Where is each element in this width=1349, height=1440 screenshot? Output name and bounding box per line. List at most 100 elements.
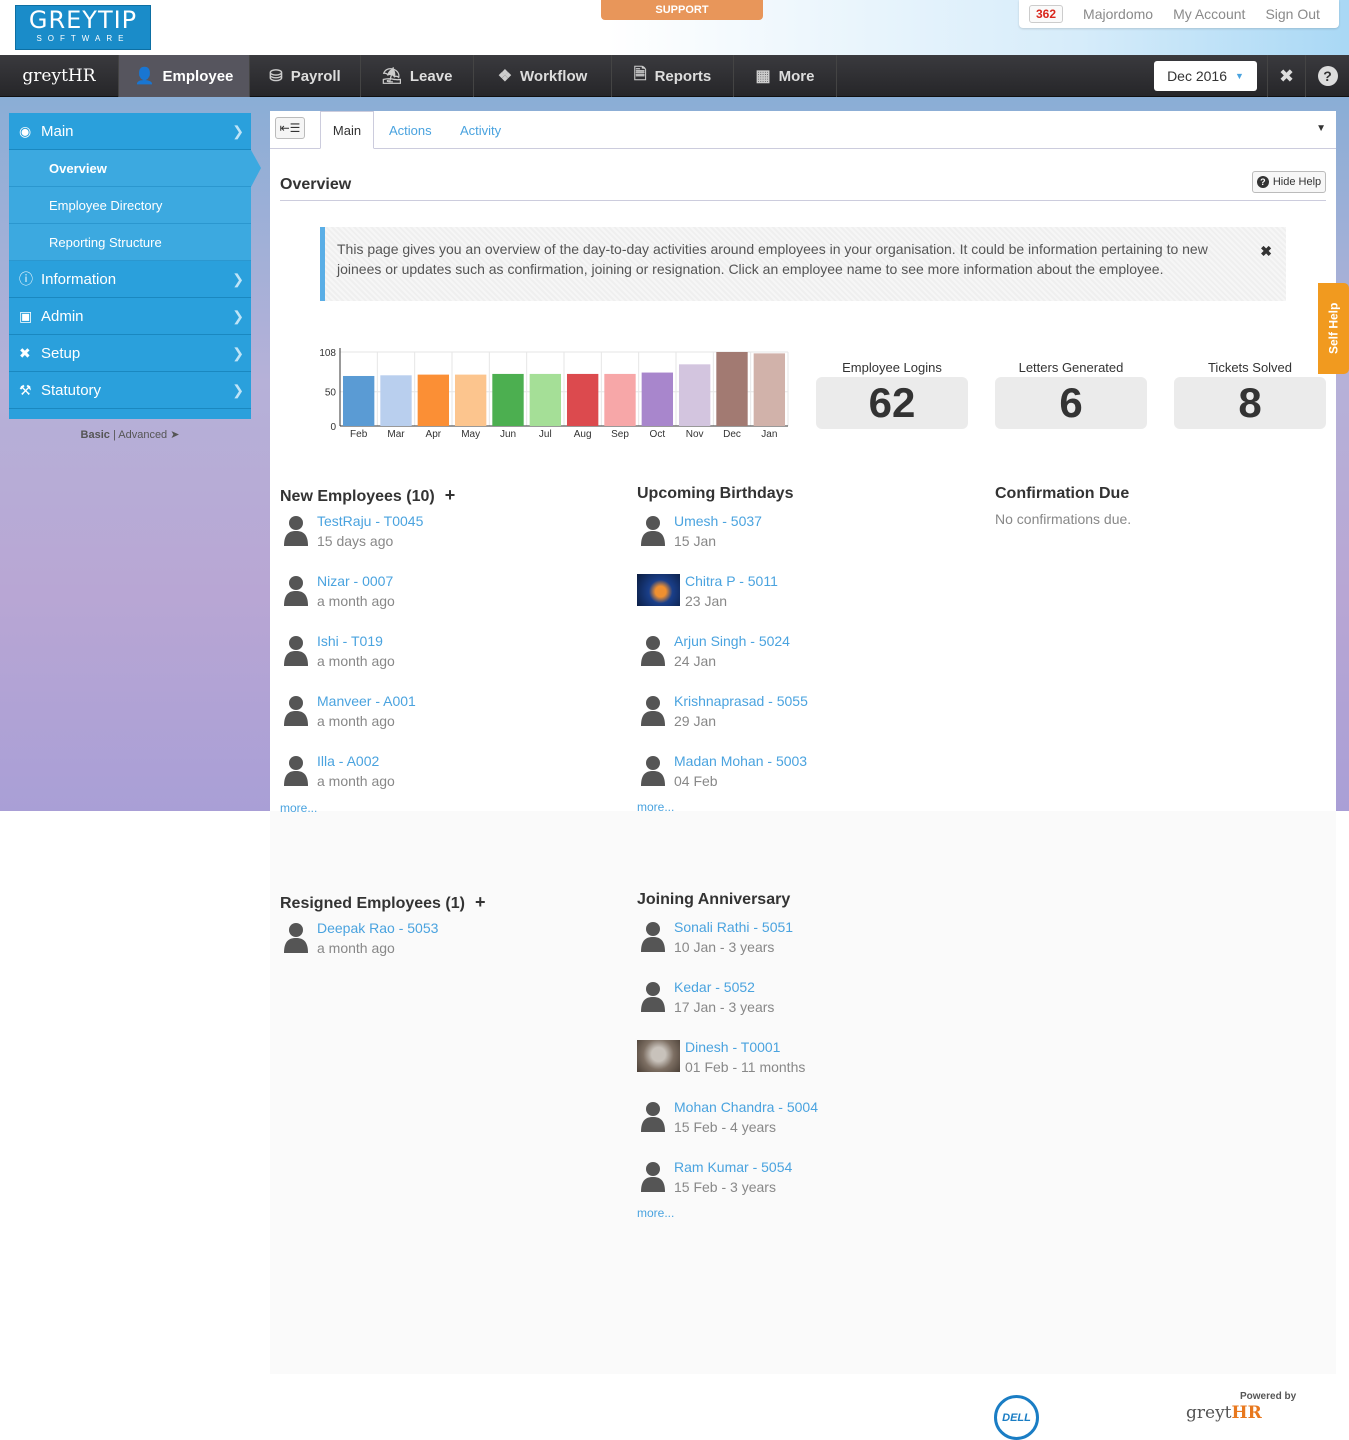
powered-by-greythr: Powered by greytHR <box>1186 1391 1297 1423</box>
stat-letters-generated: Letters Generated 6 <box>995 360 1147 429</box>
employee-name-link[interactable]: Kedar - 5052 <box>674 977 977 997</box>
employee-name-link[interactable]: Ram Kumar - 5054 <box>674 1157 977 1177</box>
chart-bar <box>678 364 711 426</box>
employee-name-link[interactable]: Dinesh - T0001 <box>685 1037 977 1057</box>
sidebar-item-statutory[interactable]: ⚒ Statutory ❯ <box>9 372 251 409</box>
mode-basic-link[interactable]: Basic <box>81 429 110 441</box>
tab-dropdown-icon[interactable]: ▼ <box>1316 123 1326 134</box>
avatar-icon[interactable] <box>283 921 309 953</box>
employee-photo[interactable] <box>637 574 680 606</box>
avatar-icon[interactable] <box>640 980 666 1012</box>
help-button[interactable]: ? <box>1305 55 1349 97</box>
employee-name-link[interactable]: Manveer - A001 <box>317 691 620 711</box>
employee-name-link[interactable]: Krishnaprasad - 5055 <box>674 691 977 711</box>
avatar-icon[interactable] <box>640 694 666 726</box>
support-button[interactable]: SUPPORT <box>601 0 763 20</box>
mode-advanced-link[interactable]: Advanced <box>118 429 167 441</box>
close-icon[interactable]: ✖ <box>1260 241 1272 261</box>
employee-name-link[interactable]: Chitra P - 5011 <box>685 571 977 591</box>
person-item: Madan Mohan - 5003 04 Feb <box>637 751 977 811</box>
chart-bar <box>641 372 674 426</box>
employee-name-link[interactable]: Ishi - T019 <box>317 631 620 651</box>
avatar-icon[interactable] <box>640 1160 666 1192</box>
nav-leave[interactable]: ⛱ Leave <box>361 55 474 97</box>
employee-photo[interactable] <box>637 1040 680 1072</box>
nav-more[interactable]: ▦ More <box>734 55 837 97</box>
add-resignation-button[interactable]: + <box>475 892 486 912</box>
employee-name-link[interactable]: Arjun Singh - 5024 <box>674 631 977 651</box>
period-selector[interactable]: Dec 2016 ▼ <box>1154 61 1257 91</box>
main-nav: greytHR 👤 Employee ⛁ Payroll ⛱ Leave ❖ Workf… <box>0 55 1349 97</box>
chevron-right-icon: ❯ <box>232 307 244 324</box>
sign-out-link[interactable]: Sign Out <box>1265 6 1319 22</box>
page-title: Overview <box>280 176 352 193</box>
avatar-icon[interactable] <box>283 514 309 546</box>
person-item: Manveer - A001 a month ago <box>280 691 620 751</box>
x-tick-label: Oct <box>650 429 666 440</box>
sidebar-item-information[interactable]: ⓘ Information ❯ <box>9 261 251 298</box>
avatar-icon[interactable] <box>283 574 309 606</box>
sidebar: ◉ Main ❯ Overview Employee Directory Repor… <box>9 113 261 419</box>
collapse-sidebar-button[interactable]: ⇤☰ <box>275 117 305 139</box>
sidebar-item-setup[interactable]: ✖ Setup ❯ <box>9 335 251 372</box>
nav-payroll[interactable]: ⛁ Payroll <box>250 55 361 97</box>
sidebar-footer-bar <box>9 409 251 419</box>
y-tick-label: 50 <box>325 388 337 399</box>
person-item: Dinesh - T0001 01 Feb - 11 months <box>637 1037 977 1097</box>
tools-icon[interactable]: ✖ <box>1267 55 1305 97</box>
employee-name-link[interactable]: Mohan Chandra - 5004 <box>674 1097 977 1117</box>
employee-detail-text: a month ago <box>317 773 395 789</box>
dell-logo: DELL <box>994 1395 1039 1440</box>
x-tick-label: Nov <box>686 429 704 440</box>
avatar-icon[interactable] <box>640 920 666 952</box>
greytip-logo[interactable]: GREYTIP SOFTWARE <box>15 5 151 50</box>
chart-bar <box>417 374 450 426</box>
employee-name-link[interactable]: Umesh - 5037 <box>674 511 977 531</box>
employee-name-link[interactable]: Deepak Rao - 5053 <box>317 918 620 938</box>
sidebar-item-overview[interactable]: Overview <box>9 150 261 187</box>
sidebar-item-reporting-structure[interactable]: Reporting Structure <box>9 224 251 261</box>
employee-detail-text: 01 Feb - 11 months <box>685 1059 806 1075</box>
x-tick-label: May <box>461 429 480 440</box>
add-employee-button[interactable]: + <box>445 485 456 505</box>
avatar-icon[interactable] <box>640 514 666 546</box>
greythr-brand[interactable]: greytHR <box>0 55 119 97</box>
notification-badge[interactable]: 362 <box>1029 5 1064 23</box>
hide-help-button[interactable]: ? Hide Help <box>1252 171 1326 193</box>
employee-name-link[interactable]: Madan Mohan - 5003 <box>674 751 977 771</box>
employee-name-link[interactable]: TestRaju - T0045 <box>317 511 620 531</box>
tab-main[interactable]: Main <box>320 111 374 149</box>
person-item: Ishi - T019 a month ago <box>280 631 620 691</box>
nav-employee[interactable]: 👤 Employee <box>119 55 250 97</box>
person-item: Krishnaprasad - 5055 29 Jan <box>637 691 977 751</box>
avatar-icon[interactable] <box>283 694 309 726</box>
avatar-icon[interactable] <box>283 754 309 786</box>
x-tick-label: Sep <box>611 429 629 440</box>
employee-name-link[interactable]: Illa - A002 <box>317 751 620 771</box>
employee-name-link[interactable]: Sonali Rathi - 5051 <box>674 917 977 937</box>
my-account-link[interactable]: My Account <box>1173 6 1245 22</box>
user-icon: 👤 <box>134 68 155 85</box>
avatar-icon[interactable] <box>640 1100 666 1132</box>
nav-workflow[interactable]: ❖ Workflow <box>474 55 612 97</box>
x-tick-label: Feb <box>350 429 368 440</box>
stat-employee-logins: Employee Logins 62 <box>816 360 968 429</box>
avatar-icon[interactable] <box>640 754 666 786</box>
tab-activity[interactable]: Activity <box>460 111 501 149</box>
nav-reports[interactable]: 🗎 Reports <box>612 55 734 97</box>
employee-detail-text: 15 days ago <box>317 533 394 549</box>
avatar-icon[interactable] <box>283 634 309 666</box>
avatar-icon[interactable] <box>640 634 666 666</box>
tab-actions[interactable]: Actions <box>389 111 432 149</box>
person-item: Illa - A002 a month ago <box>280 751 620 811</box>
x-tick-label: Jun <box>500 429 516 440</box>
chevron-right-icon: ❯ <box>232 381 244 398</box>
stat-tickets-solved: Tickets Solved 8 <box>1174 360 1326 429</box>
sidebar-item-employee-directory[interactable]: Employee Directory <box>9 187 251 224</box>
sidebar-item-main[interactable]: ◉ Main ❯ <box>9 113 251 150</box>
top-bar: GREYTIP SOFTWARE SUPPORT 362 Majordomo M… <box>0 0 1349 55</box>
employee-name-link[interactable]: Nizar - 0007 <box>317 571 620 591</box>
sidebar-item-admin[interactable]: ▣ Admin ❯ <box>9 298 251 335</box>
question-icon: ? <box>1317 66 1338 86</box>
majordomo-link[interactable]: Majordomo <box>1083 6 1153 22</box>
